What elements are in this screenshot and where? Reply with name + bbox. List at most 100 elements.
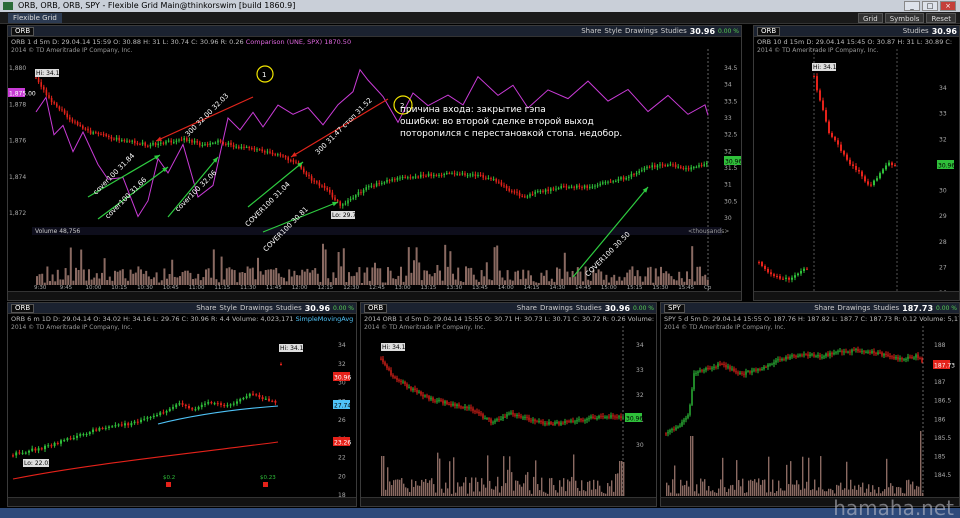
drawings-button[interactable]: Drawings	[540, 303, 573, 314]
main-volume-bar	[626, 272, 629, 285]
bl-candle	[156, 414, 158, 416]
main-volume-bar	[85, 280, 88, 285]
symbols-button[interactable]: Symbols	[884, 13, 925, 23]
main-chart-footer	[8, 291, 741, 300]
style-button[interactable]: Style	[219, 303, 237, 314]
minimize-button[interactable]: _	[904, 1, 920, 11]
tr-day2-candle	[852, 164, 854, 166]
main-candle	[79, 124, 81, 126]
main-candle	[370, 185, 373, 187]
main-candle	[669, 164, 672, 166]
br-candle	[701, 370, 703, 372]
br-y-tick: 188	[934, 342, 946, 349]
bm-volume-bar	[617, 473, 619, 496]
main-volume-bar	[649, 266, 652, 285]
main-volume-bar	[376, 268, 379, 285]
bottom-mid-chart-canvas[interactable]: 3433323130Вт11:0012:0013:0014:0015:00CpH…	[361, 314, 657, 498]
bm-candle	[440, 399, 442, 401]
main-volume-bar	[132, 273, 135, 285]
close-button[interactable]: ×	[940, 1, 956, 11]
bm-candle	[462, 407, 464, 409]
main-volume-bar	[485, 262, 488, 285]
main-chart-panel[interactable]: ORB Share Style Drawings Studies 30.96 0…	[7, 25, 742, 301]
reset-button[interactable]: Reset	[926, 13, 956, 23]
main-candle	[48, 95, 50, 98]
bm-volume-bar	[593, 479, 595, 496]
style-button[interactable]: Style	[604, 26, 622, 37]
main-volume-bar	[332, 272, 335, 285]
br-volume-bar	[692, 436, 694, 496]
main-candle	[56, 103, 58, 107]
bottom-left-chart-panel[interactable]: ORB Share Style Drawings Studies 30.96 0…	[7, 302, 357, 507]
drawings-button[interactable]: Drawings	[240, 303, 273, 314]
share-button[interactable]: Share	[581, 26, 601, 37]
studies-button[interactable]: Studies	[661, 26, 687, 37]
drawings-button[interactable]: Drawings	[837, 303, 870, 314]
main-candle	[667, 164, 669, 166]
main-chart-canvas[interactable]: Volume 48,756 <thousands> 1,880 1,878 1,876 1…	[8, 37, 742, 292]
bl-candle	[120, 424, 123, 426]
bm-candle	[458, 404, 460, 407]
br-candle	[829, 352, 831, 356]
bm-volume-bar	[421, 479, 423, 496]
main-candle	[427, 173, 430, 177]
bm-candle	[408, 387, 410, 389]
symbol-field[interactable]: ORB	[364, 304, 388, 313]
main-candle	[141, 142, 144, 145]
main-volume-bar	[636, 270, 639, 285]
studies-button[interactable]: Studies	[903, 26, 929, 37]
bm-candle	[392, 375, 394, 377]
br-candle	[773, 362, 775, 365]
studies-button[interactable]: Studies	[873, 303, 899, 314]
bl-candle	[53, 442, 56, 446]
studies-button[interactable]: Studies	[576, 303, 602, 314]
main-volume-bar	[475, 279, 478, 285]
main-volume-bar	[407, 247, 410, 285]
tr-day2-candle	[888, 162, 890, 166]
br-candle	[873, 351, 875, 353]
bm-candle	[574, 421, 576, 423]
bl-candle	[88, 432, 91, 435]
br-candle	[789, 356, 791, 359]
main-volume-bar	[327, 278, 330, 285]
bottom-mid-chart-panel[interactable]: ORB Share Drawings Studies 30.96 0.00 % …	[360, 302, 657, 507]
main-candle	[394, 179, 396, 181]
bm-volume-bar	[529, 490, 531, 496]
br-volume-bar	[666, 482, 668, 496]
symbol-field[interactable]: ORB	[11, 27, 35, 36]
main-volume-bar	[595, 273, 597, 285]
top-right-chart-canvas[interactable]: 343332313029282726121314Вт11121314Cp11Hi…	[754, 37, 960, 292]
share-button[interactable]: Share	[517, 303, 537, 314]
main-volume-bar	[639, 276, 642, 285]
grid-button[interactable]: Grid	[858, 13, 883, 23]
main-volume-bar	[207, 268, 210, 285]
br-volume-bar	[726, 492, 728, 496]
br-volume-bar	[878, 487, 880, 496]
maximize-button[interactable]: □	[922, 1, 938, 11]
main-candle	[123, 140, 126, 142]
studies-button[interactable]: Studies	[276, 303, 302, 314]
volume-header-bg	[32, 227, 722, 235]
bl-candle	[159, 412, 162, 415]
br-candle	[893, 356, 895, 359]
bm-candle	[504, 416, 506, 418]
br-candle	[809, 354, 811, 357]
symbol-field[interactable]: SPY	[664, 304, 685, 313]
volume-units: <thousands>	[688, 228, 729, 235]
main-candle	[620, 177, 622, 180]
top-right-chart-panel[interactable]: ORB Studies 30.96 ORB 10 d 15m D: 29.04.…	[753, 25, 960, 301]
share-button[interactable]: Share	[196, 303, 216, 314]
window-controls: _ □ ×	[904, 1, 956, 11]
symbol-field[interactable]: ORB	[757, 27, 781, 36]
br-volume-bar	[674, 465, 676, 496]
bottom-right-chart-canvas[interactable]: 188187.5187186.5186185.5185184.5Вт11:001…	[661, 314, 960, 498]
price-change: 0.00 %	[633, 305, 654, 312]
share-button[interactable]: Share	[814, 303, 834, 314]
symbol-field[interactable]: ORB	[11, 304, 35, 313]
bottom-right-chart-panel[interactable]: SPY Share Drawings Studies 187.73 0.00 %…	[660, 302, 960, 507]
bottom-left-chart-canvas[interactable]: 343230282624222018ноядек14февмарапрмайHi…	[8, 314, 357, 498]
drawings-button[interactable]: Drawings	[625, 26, 658, 37]
menubar: Flexible Grid Grid Symbols Reset	[0, 12, 960, 24]
br-volume-bar	[796, 480, 798, 496]
tab-flexible-grid[interactable]: Flexible Grid	[8, 13, 62, 23]
